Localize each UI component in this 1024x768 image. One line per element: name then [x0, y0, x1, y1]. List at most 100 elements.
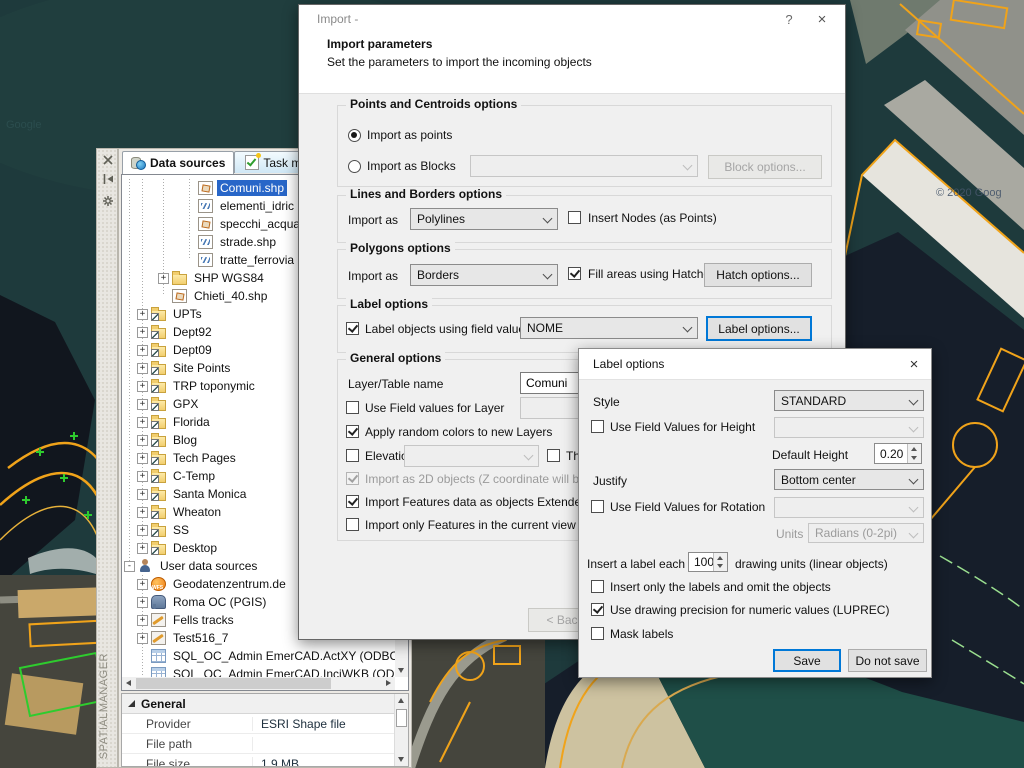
- expand-toggle[interactable]: +: [137, 381, 148, 392]
- property-row[interactable]: Provider ESRI Shape file: [122, 714, 408, 734]
- expand-toggle[interactable]: +: [137, 525, 148, 536]
- field-values-rotation-checkbox[interactable]: [591, 500, 604, 513]
- expand-toggle[interactable]: +: [137, 399, 148, 410]
- expand-toggle[interactable]: +: [137, 327, 148, 338]
- elevation-combo[interactable]: [404, 445, 539, 467]
- folder-link-icon: [151, 490, 166, 501]
- save-button[interactable]: Save: [773, 649, 841, 672]
- expand-toggle[interactable]: [158, 291, 169, 302]
- expand-toggle[interactable]: +: [137, 507, 148, 518]
- chevron-down-icon: [909, 503, 919, 513]
- random-colors-label: Apply random colors to new Layers: [365, 425, 552, 439]
- label-objects-checkbox[interactable]: [346, 322, 359, 335]
- chevron-down-icon: [909, 396, 919, 406]
- panel-close-icon[interactable]: [102, 154, 114, 166]
- label-options-button[interactable]: Label options...: [706, 316, 812, 341]
- default-height-spinner[interactable]: 0.20: [874, 443, 922, 464]
- points-centroids-group: Points and Centroids options Import as p…: [337, 105, 832, 187]
- drawing-precision-checkbox[interactable]: [591, 603, 604, 616]
- expand-toggle[interactable]: [137, 651, 148, 662]
- tree-item-label: Dept92: [170, 324, 215, 340]
- extended-data-label: Import Features data as objects Extended…: [365, 495, 606, 509]
- expand-toggle[interactable]: +: [137, 345, 148, 356]
- thickness-checkbox[interactable]: [547, 449, 560, 462]
- expand-toggle[interactable]: +: [137, 579, 148, 590]
- label-each-spinner[interactable]: 100: [688, 552, 728, 572]
- expand-toggle[interactable]: +: [137, 489, 148, 500]
- fill-hatches-checkbox[interactable]: [568, 267, 581, 280]
- properties-scrollbar[interactable]: [394, 694, 408, 766]
- lines-import-as-combo[interactable]: Polylines: [410, 208, 558, 230]
- labels-only-checkbox[interactable]: [591, 580, 604, 593]
- field-values-height-checkbox[interactable]: [591, 420, 604, 433]
- tree-horizontal-scrollbar[interactable]: [122, 677, 395, 690]
- expand-toggle[interactable]: +: [137, 615, 148, 626]
- expand-toggle[interactable]: +: [137, 633, 148, 644]
- extended-data-checkbox[interactable]: [346, 495, 359, 508]
- current-view-label: Import only Features in the current view: [365, 518, 576, 532]
- justify-combo[interactable]: Bottom center: [774, 469, 924, 490]
- panel-settings-gear-icon[interactable]: [102, 195, 114, 207]
- panel-grip-bar[interactable]: SPATIALMANAGER: [96, 148, 118, 768]
- spinner-arrows[interactable]: [907, 444, 921, 463]
- property-row[interactable]: File size 1.9 MB: [122, 754, 408, 767]
- close-button[interactable]: ×: [811, 9, 833, 29]
- expand-toggle[interactable]: +: [137, 417, 148, 428]
- hatch-options-button[interactable]: Hatch options...: [704, 263, 812, 287]
- field-values-rotation-label: Use Field Values for Rotation: [610, 500, 765, 514]
- insert-nodes-checkbox[interactable]: [568, 211, 581, 224]
- expand-toggle[interactable]: +: [137, 597, 148, 608]
- expand-toggle[interactable]: +: [137, 435, 148, 446]
- tab-data-sources[interactable]: Data sources: [122, 151, 234, 174]
- expand-toggle[interactable]: +: [137, 453, 148, 464]
- expand-toggle[interactable]: [184, 255, 195, 266]
- expand-toggle[interactable]: [184, 201, 195, 212]
- units-combo[interactable]: Radians (0-2pi): [808, 523, 924, 543]
- help-button[interactable]: ?: [779, 9, 799, 29]
- group-title: Polygons options: [346, 241, 455, 255]
- mask-labels-checkbox[interactable]: [591, 627, 604, 640]
- tree-item-label: SS: [170, 522, 192, 538]
- tree-item-label: UPTs: [170, 306, 205, 322]
- expand-toggle[interactable]: +: [137, 471, 148, 482]
- import-as-blocks-radio[interactable]: [348, 160, 361, 173]
- use-field-values-layer-checkbox[interactable]: [346, 401, 359, 414]
- expand-toggle[interactable]: [184, 219, 195, 230]
- tree-item-label: Roma OC (PGIS): [170, 594, 269, 610]
- rotation-field-combo[interactable]: [774, 497, 924, 518]
- chevron-down-icon: [909, 423, 919, 433]
- import-as-points-radio[interactable]: [348, 129, 361, 142]
- import-2d-checkbox[interactable]: [346, 472, 359, 485]
- random-colors-checkbox[interactable]: [346, 425, 359, 438]
- block-options-button[interactable]: Block options...: [708, 155, 822, 179]
- panel-pin-icon[interactable]: [102, 173, 114, 185]
- expand-toggle[interactable]: -: [124, 561, 135, 572]
- expand-toggle[interactable]: +: [158, 273, 169, 284]
- combo-value: Polylines: [417, 212, 465, 226]
- tree-item[interactable]: SQL_OC_Admin EmerCAD.ActXY (ODBC: [122, 647, 395, 665]
- current-view-checkbox[interactable]: [346, 518, 359, 531]
- elevation-checkbox[interactable]: [346, 449, 359, 462]
- properties-group-header[interactable]: General: [122, 694, 408, 714]
- label-field-combo[interactable]: NOME: [520, 317, 698, 339]
- close-button[interactable]: ×: [903, 354, 925, 374]
- do-not-save-button[interactable]: Do not save: [848, 649, 927, 672]
- tree-item-label: Dept09: [170, 342, 215, 358]
- track-icon: [151, 631, 166, 645]
- style-combo[interactable]: STANDARD: [774, 390, 924, 411]
- label-options-dialog: Label options × Style STANDARD Use Field…: [578, 348, 932, 678]
- expand-toggle[interactable]: [184, 237, 195, 248]
- chevron-down-icon: [909, 529, 919, 539]
- spinner-arrows[interactable]: [713, 553, 727, 571]
- expand-toggle[interactable]: [184, 183, 195, 194]
- height-field-combo[interactable]: [774, 417, 924, 438]
- folder-link-icon: [151, 310, 166, 321]
- expand-toggle[interactable]: +: [137, 309, 148, 320]
- labels-only-label: Insert only the labels and omit the obje…: [610, 580, 831, 594]
- shp-line-icon: [198, 253, 213, 267]
- polygons-import-as-combo[interactable]: Borders: [410, 264, 558, 286]
- expand-toggle[interactable]: +: [137, 363, 148, 374]
- property-row[interactable]: File path: [122, 734, 408, 754]
- expand-toggle[interactable]: +: [137, 543, 148, 554]
- blocks-combo[interactable]: [470, 155, 698, 177]
